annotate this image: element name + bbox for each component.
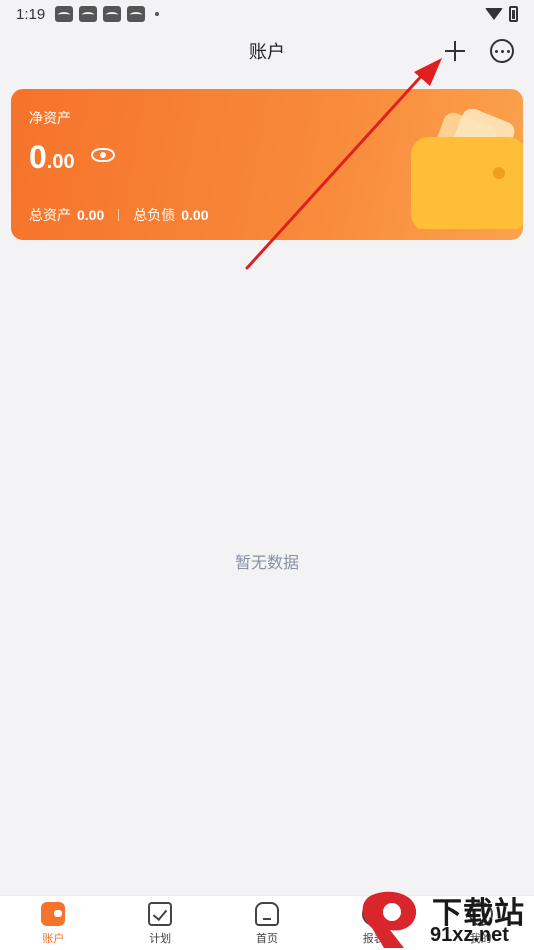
eye-icon[interactable] xyxy=(91,148,115,162)
notification-icon xyxy=(79,6,98,22)
total-assets-label: 总资产 xyxy=(29,208,71,224)
total-liabilities-value: 0.00 xyxy=(181,207,209,223)
total-liabilities-label: 总负债 xyxy=(133,208,176,224)
plus-icon[interactable] xyxy=(442,38,468,64)
summary-divider xyxy=(118,209,120,221)
asset-summary-row: 总资产 0.00 总负债 0.00 xyxy=(29,205,209,225)
nav-label: 计划 xyxy=(149,932,172,945)
net-asset-integer: 0 xyxy=(29,139,47,175)
nav-item-home[interactable]: 首页 xyxy=(214,896,321,950)
home-icon xyxy=(254,902,279,926)
bottom-navigation: 账户 计划 首页 报表 我的 xyxy=(0,895,534,950)
nav-label: 报表 xyxy=(362,932,385,945)
total-assets-value: 0.00 xyxy=(77,207,105,223)
nav-item-mine[interactable]: 我的 xyxy=(427,896,534,950)
wallet-icon xyxy=(41,902,66,926)
nav-item-plan[interactable]: 计划 xyxy=(107,896,214,950)
notification-icon xyxy=(55,6,74,22)
net-asset-label: 净资产 xyxy=(29,111,71,127)
net-asset-card[interactable]: 净资产 0.00 总资产 0.00 总负债 0.00 xyxy=(11,89,523,240)
notification-icon xyxy=(127,6,146,22)
user-icon xyxy=(468,902,493,926)
more-circle-icon[interactable] xyxy=(490,39,514,63)
nav-item-report[interactable]: 报表 xyxy=(320,896,427,950)
checkbox-icon xyxy=(148,902,173,926)
wifi-icon xyxy=(485,8,503,20)
notification-icon xyxy=(103,6,122,22)
report-icon xyxy=(361,902,386,926)
status-bar: 1:19 xyxy=(0,0,534,28)
status-time: 1:19 xyxy=(16,5,46,23)
nav-label: 我的 xyxy=(469,932,492,945)
empty-state-text: 暂无数据 xyxy=(234,553,299,572)
app-header: 账户 xyxy=(0,28,534,74)
net-asset-decimals: .00 xyxy=(46,151,75,173)
nav-label: 账户 xyxy=(42,932,65,945)
nav-label: 首页 xyxy=(255,932,278,945)
net-asset-value: 0.00 xyxy=(29,139,75,176)
page-title: 账户 xyxy=(249,42,285,63)
nav-item-accounts[interactable]: 账户 xyxy=(0,896,107,950)
battery-icon xyxy=(509,6,518,22)
more-notifications-dot-icon xyxy=(155,12,160,16)
wallet-illustration-icon xyxy=(411,109,523,229)
